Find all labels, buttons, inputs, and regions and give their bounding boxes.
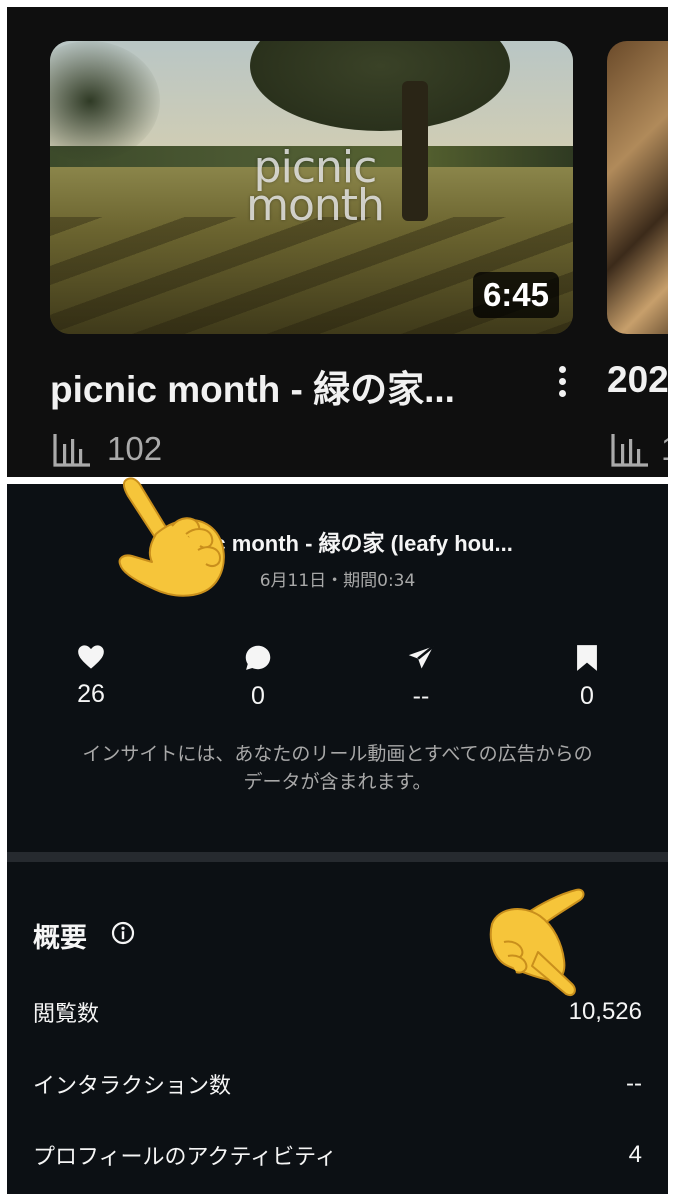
next-video-title[interactable]: 202	[607, 359, 668, 401]
instagram-reel-insights: picnic month - 緑の家 (leafy hou... 6月11日・期…	[7, 484, 668, 1194]
next-bar-chart-icon	[611, 434, 648, 467]
video-thumbnail[interactable]: picnic month 6:45	[50, 41, 573, 334]
insights-notice: インサイトには、あなたのリール動画とすべての広告からの データが含まれます。	[27, 740, 648, 796]
heart-icon	[78, 645, 104, 669]
youtube-video-shelf: picnic month 6:45 picnic month - 緑の家... …	[7, 7, 668, 477]
duration-badge: 6:45	[472, 272, 559, 318]
overview-heading: 概要	[33, 923, 87, 954]
bar-chart-icon	[53, 434, 90, 467]
saves-count: 0	[580, 682, 594, 710]
video-title[interactable]: picnic month - 緑の家...	[50, 359, 520, 413]
profile-activity-label: プロフィールのアクティビティ	[33, 1145, 337, 1170]
thumbnail-overlay-text: picnic month	[230, 146, 400, 231]
share-icon	[408, 645, 435, 669]
interactions-label: インタラクション数	[33, 1074, 232, 1099]
section-divider	[7, 852, 668, 862]
comment-icon	[245, 645, 271, 670]
thumbnail-overlay-line-2: month	[246, 180, 385, 231]
comments-metric: 0	[218, 644, 298, 711]
reel-date-duration: 6月11日・期間0:34	[259, 571, 416, 591]
notice-line-1: インサイトには、あなたのリール動画とすべての広告からの	[82, 743, 593, 765]
saves-metric: 0	[547, 644, 627, 711]
bookmark-icon	[577, 645, 597, 671]
pointing-hand-emoji-up	[118, 477, 225, 597]
info-icon[interactable]	[111, 921, 135, 945]
pointing-hand-emoji-down	[489, 888, 585, 996]
thumbnail-tree-trunk	[402, 81, 428, 221]
profile-activity-value: 4	[628, 1141, 642, 1168]
views-label: 閲覧数	[33, 1002, 100, 1027]
view-count: 102	[107, 430, 163, 467]
next-view-count: 1	[661, 430, 668, 468]
shares-metric: --	[381, 644, 461, 711]
interactions-value: --	[626, 1070, 642, 1097]
shares-count: --	[412, 682, 430, 710]
more-vert-icon[interactable]	[552, 364, 572, 404]
next-video-thumbnail[interactable]	[607, 41, 668, 334]
reel-title: picnic month - 緑の家 (leafy hou...	[162, 531, 513, 556]
comments-count: 0	[251, 682, 265, 710]
likes-metric: 26	[51, 644, 131, 709]
views-value: 10,526	[568, 998, 642, 1025]
likes-count: 26	[77, 680, 105, 708]
notice-line-2: データが含まれます。	[243, 771, 432, 793]
